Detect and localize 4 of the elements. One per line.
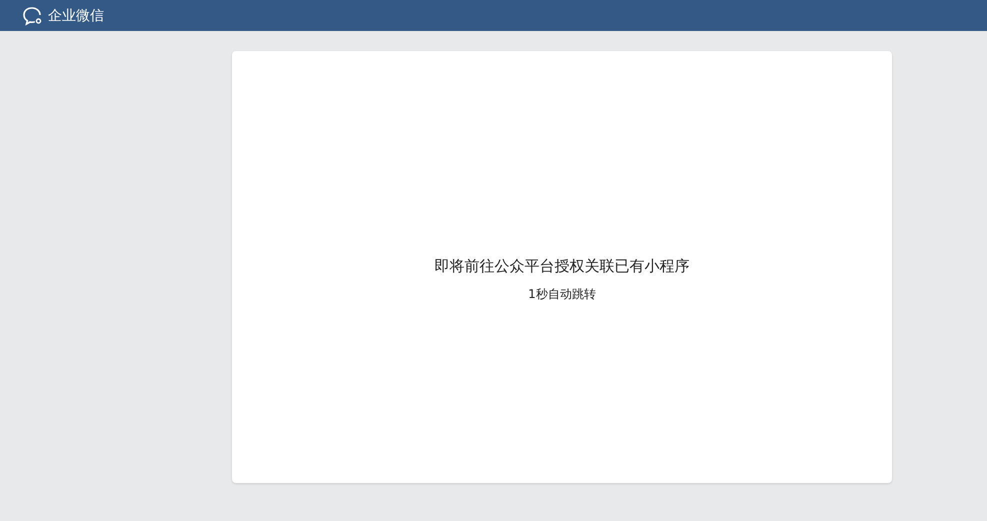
brand-name: 企业微信 <box>48 6 104 24</box>
redirect-message: 即将前往公众平台授权关联已有小程序 <box>434 257 690 276</box>
countdown-text: 1秒自动跳转 <box>528 286 596 303</box>
chat-bubble-icon <box>22 6 44 26</box>
